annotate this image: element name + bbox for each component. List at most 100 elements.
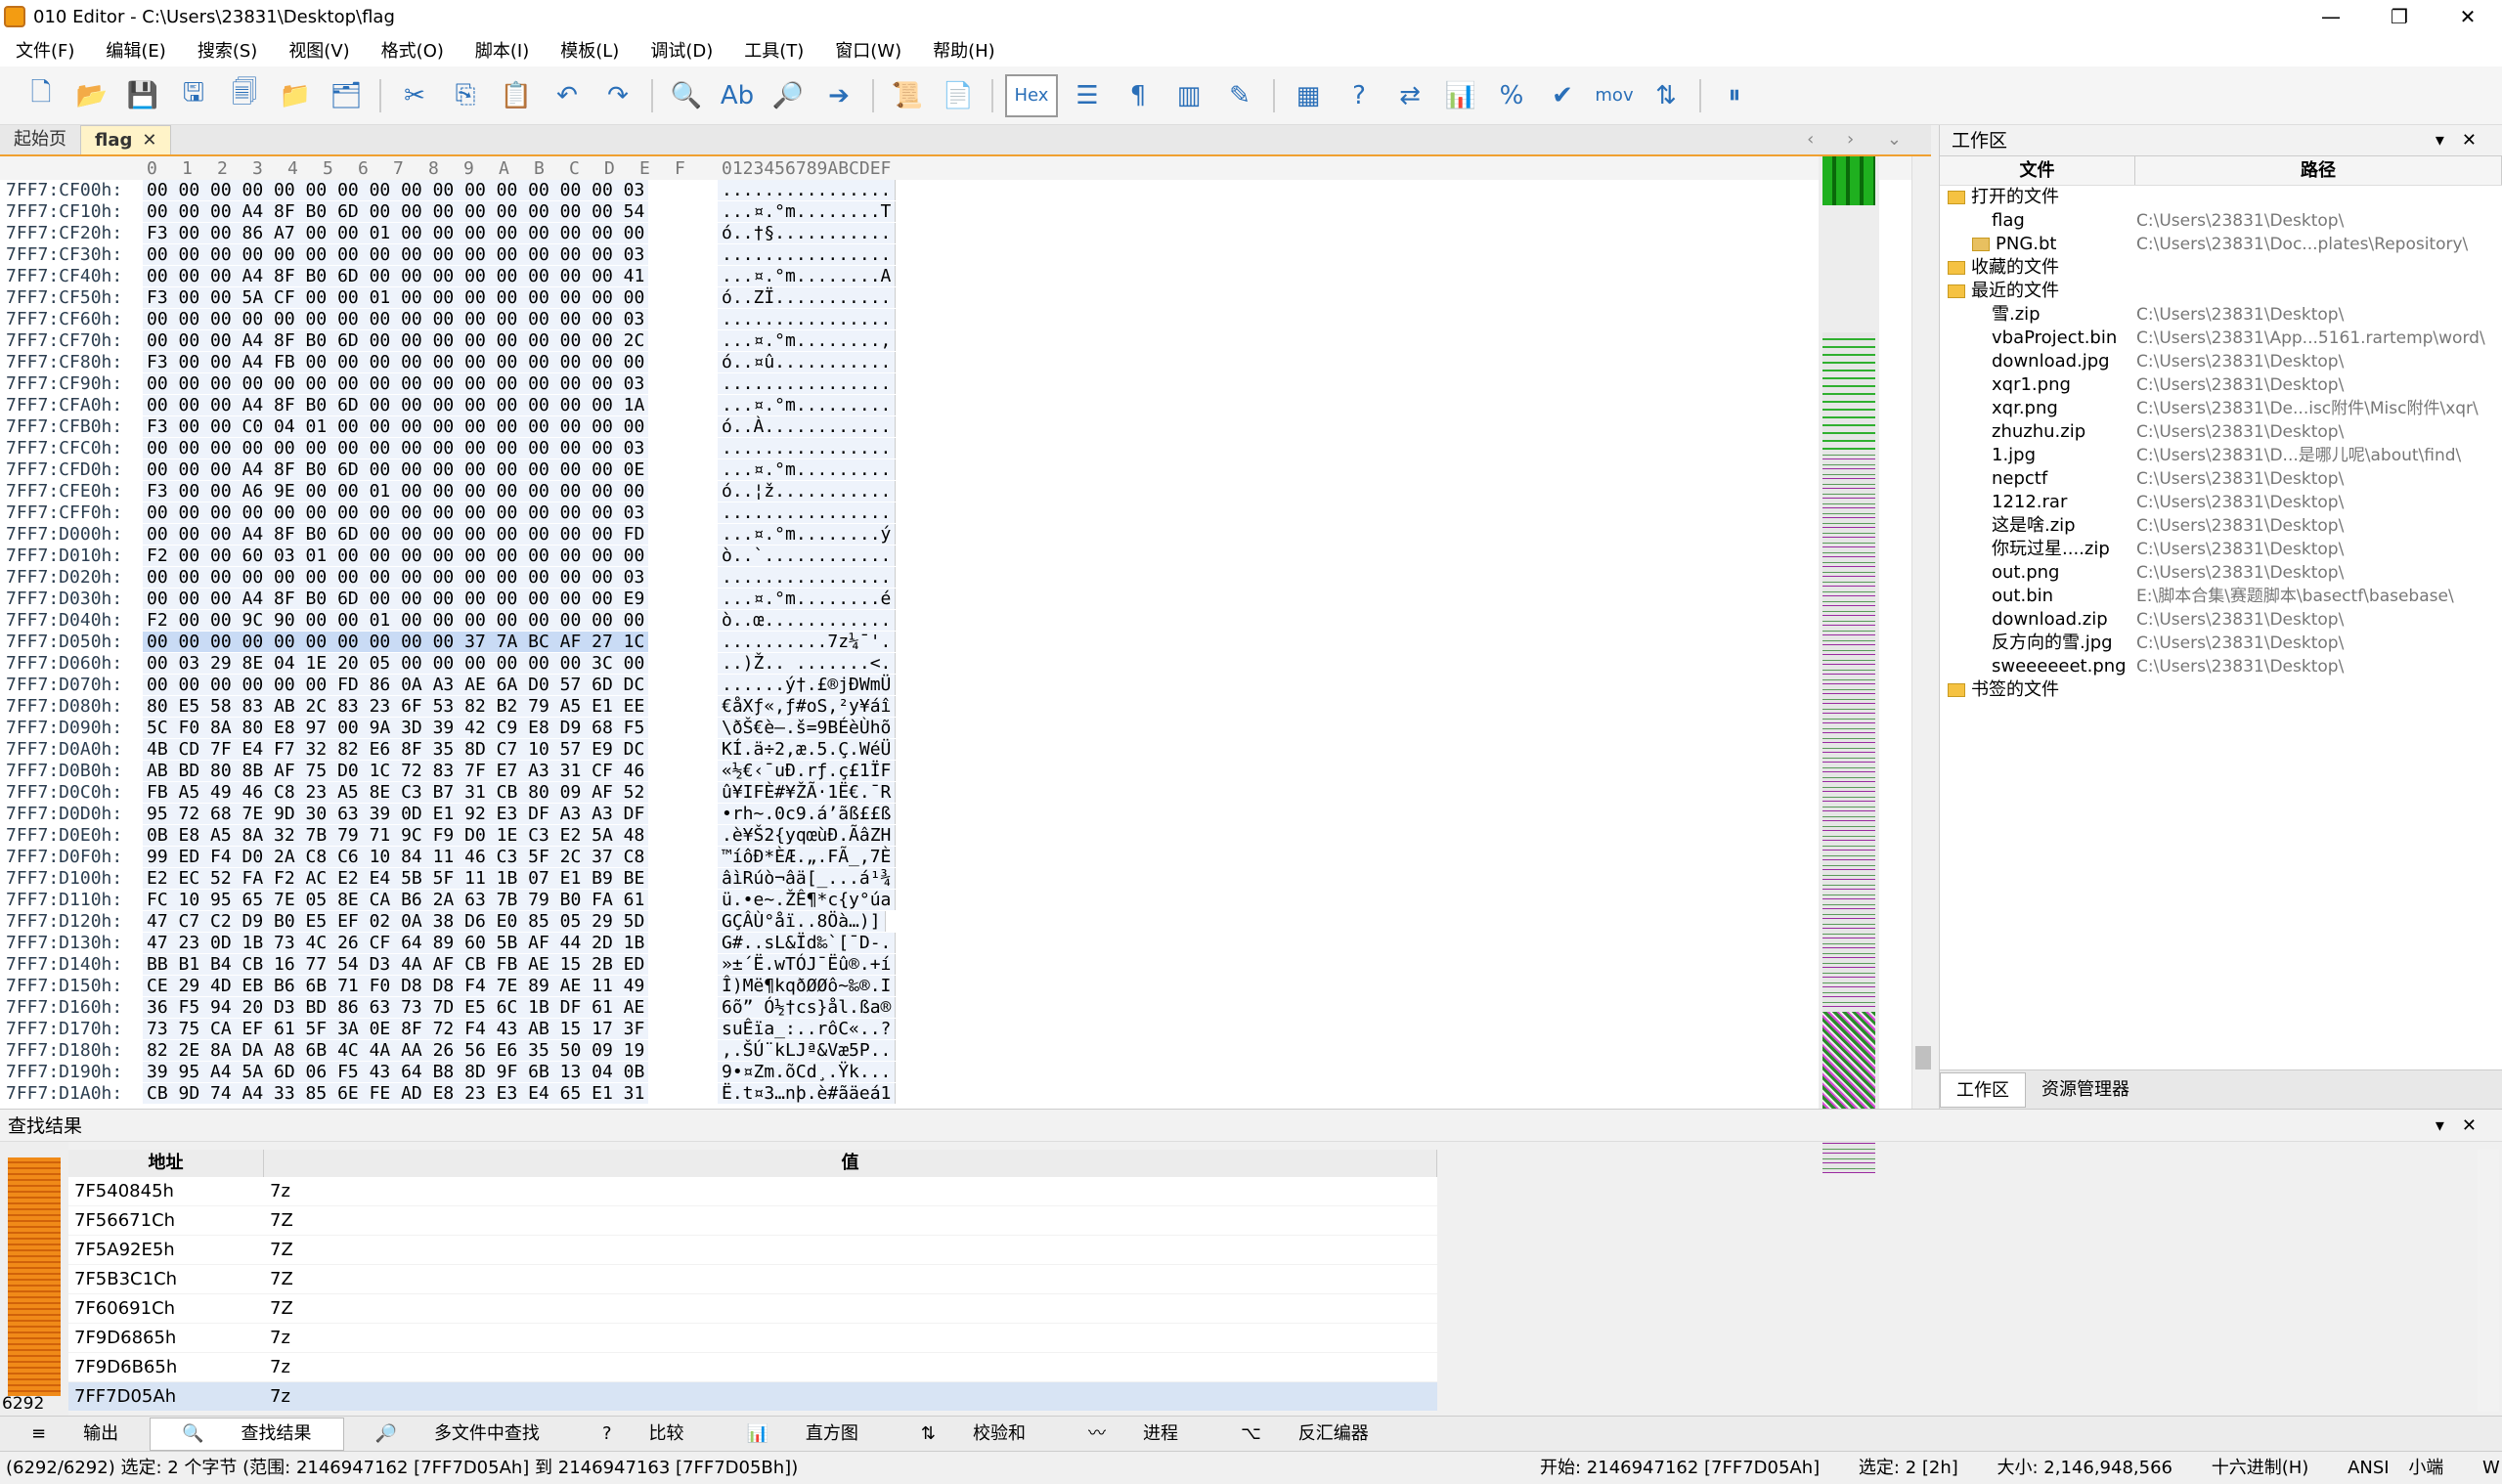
col-file[interactable]: 文件: [1940, 156, 2135, 185]
menu-tools[interactable]: 工具(T): [728, 37, 819, 63]
row-hex-bytes[interactable]: 00 00 00 A4 8F B0 6D 00 00 00 00 00 00 0…: [143, 266, 649, 286]
find-scrollbar[interactable]: [2478, 1150, 2499, 1412]
row-hex-bytes[interactable]: E2 EC 52 FA F2 AC E2 E4 5B 5F 11 1B 07 E…: [143, 868, 649, 889]
row-ascii[interactable]: G#..sL&Ïd‰`[¯D-.: [718, 933, 897, 953]
list-item[interactable]: vbaProject.bin C:\Users\23831\App...5161.…: [1940, 327, 2502, 350]
tab-workspace[interactable]: 工作区: [1940, 1071, 2026, 1108]
row-ascii[interactable]: ...¤.°m.........: [718, 459, 897, 480]
row-ascii[interactable]: ...¤.°m........A: [718, 266, 897, 286]
menu-window[interactable]: 窗口(W): [819, 37, 917, 63]
row-hex-bytes[interactable]: AB BD 80 8B AF 75 D0 1C 72 83 7F E7 A3 3…: [143, 761, 649, 781]
row-hex-bytes[interactable]: 00 00 00 00 00 00 00 00 00 00 00 00 00 0…: [143, 438, 649, 458]
tab-checksum[interactable]: ⇅ 校验和: [890, 1418, 1057, 1451]
tab-close-icon[interactable]: ✕: [142, 126, 156, 155]
list-item[interactable]: 雪.zip C:\Users\23831\Desktop\: [1940, 303, 2502, 327]
row-ascii[interactable]: ......ý†.£®jÐWmÜ: [718, 675, 897, 695]
row-ascii[interactable]: ó..†§...........: [718, 223, 897, 243]
find-icon[interactable]: 🔍: [665, 74, 708, 117]
list-item[interactable]: out.bin E:\脚本合集\赛题脚本\basectf\basebase\: [1940, 585, 2502, 608]
list-item[interactable]: 这是啥.zip C:\Users\23831\Desktop\: [1940, 514, 2502, 538]
row-hex-bytes[interactable]: 00 00 00 00 00 00 00 00 00 00 00 00 00 0…: [143, 244, 649, 265]
row-hex-bytes[interactable]: 82 2E 8A DA A8 6B 4C 4A AA 26 56 E6 35 5…: [143, 1040, 649, 1061]
row-hex-bytes[interactable]: 4B CD 7F E4 F7 32 82 E6 8F 35 8D C7 10 5…: [143, 739, 649, 760]
editor-scrollbar[interactable]: [1911, 156, 1933, 1109]
tab-process[interactable]: 〰进程: [1057, 1418, 1209, 1451]
undo-icon[interactable]: ↶: [546, 74, 589, 117]
copy-icon[interactable]: ⎘: [444, 74, 487, 117]
row-hex-bytes[interactable]: 00 00 00 A4 8F B0 6D 00 00 00 00 00 00 0…: [143, 330, 649, 351]
row-hex-bytes[interactable]: 00 00 00 00 00 00 00 00 00 00 00 00 00 0…: [143, 309, 649, 329]
tab-histogram[interactable]: 📊 直方图: [716, 1418, 890, 1451]
row-hex-bytes[interactable]: 00 00 00 A4 8F B0 6D 00 00 00 00 00 00 0…: [143, 589, 649, 609]
list-item[interactable]: 你玩过星....zip C:\Users\23831\Desktop\: [1940, 538, 2502, 561]
row-ascii[interactable]: GÇÂÙ°åï..8Öà…)]: [718, 911, 886, 932]
workspace-tree[interactable]: 打开的文件 flag C:\Users\23831\Desktop\ PNG.bt…: [1940, 186, 2502, 702]
group-bookmarked-files[interactable]: 书签的文件: [1940, 678, 2502, 702]
row-ascii[interactable]: Î)Më¶kqðØØô~‰®.I: [718, 976, 897, 996]
minimap[interactable]: [1819, 156, 1879, 1173]
row-ascii[interactable]: ................: [718, 567, 897, 588]
row-hex-bytes[interactable]: F2 00 00 60 03 01 00 00 00 00 00 00 00 0…: [143, 546, 649, 566]
status-mode[interactable]: 十六进制(H): [2212, 1458, 2309, 1478]
text-mode-icon[interactable]: ☰: [1066, 74, 1109, 117]
tab-disassembler[interactable]: ⌥ 反汇编器: [1209, 1418, 1400, 1451]
row-ascii[interactable]: ü.•e~.ŽÊ¶*c{y°úa: [718, 890, 897, 910]
table-row[interactable]: 7F9D6B65h 7z: [68, 1353, 1437, 1382]
group-favorite-files[interactable]: 收藏的文件: [1940, 256, 2502, 280]
row-hex-bytes[interactable]: 36 F5 94 20 D3 BD 86 63 73 7D E5 6C 1B D…: [143, 997, 649, 1018]
tab-flag[interactable]: flag ✕: [80, 125, 172, 155]
tab-output[interactable]: ≡ 输出: [0, 1418, 150, 1451]
list-item[interactable]: zhuzhu.zip C:\Users\23831\Desktop\: [1940, 420, 2502, 444]
tab-start-page[interactable]: 起始页: [0, 125, 80, 154]
highlight-icon[interactable]: ✎: [1218, 74, 1261, 117]
menu-search[interactable]: 搜索(S): [182, 37, 273, 63]
list-item[interactable]: 1212.rar C:\Users\23831\Desktop\: [1940, 491, 2502, 514]
workspace-pin-icon[interactable]: ▾: [2436, 130, 2462, 151]
list-item[interactable]: 反方向的雪.jpg C:\Users\23831\Desktop\: [1940, 632, 2502, 655]
find-in-files-icon[interactable]: 🔎: [767, 74, 810, 117]
row-ascii[interactable]: ...¤.°m.........: [718, 395, 897, 415]
row-hex-bytes[interactable]: 00 00 00 00 00 00 00 00 00 00 00 00 00 0…: [143, 567, 649, 588]
tab-find-in-files[interactable]: 🔎 多文件中查找: [344, 1418, 571, 1451]
row-ascii[interactable]: ................: [718, 373, 897, 394]
row-hex-bytes[interactable]: 5C F0 8A 80 E8 97 00 9A 3D 39 42 C9 E8 D…: [143, 718, 649, 738]
open-folder-icon[interactable]: 📁: [274, 74, 317, 117]
hex-mode-button[interactable]: Hex: [1005, 73, 1058, 117]
list-item[interactable]: PNG.bt C:\Users\23831\Doc...plates\Reposi…: [1940, 233, 2502, 256]
maximize-button[interactable]: ❐: [2365, 0, 2434, 33]
redo-icon[interactable]: ↷: [596, 74, 639, 117]
menu-template[interactable]: 模板(L): [545, 37, 635, 63]
row-ascii[interactable]: 6õ” Ó½†cs}ål.ßa®: [718, 997, 897, 1018]
row-ascii[interactable]: ...¤.°m........é: [718, 589, 897, 609]
list-item[interactable]: xqr.png C:\Users\23831\De...isc附件\Misc附件\…: [1940, 397, 2502, 420]
row-ascii[interactable]: âìRúò¬âä[_...á¹¾: [718, 868, 897, 889]
row-hex-bytes[interactable]: 00 00 00 A4 8F B0 6D 00 00 00 00 00 00 0…: [143, 201, 649, 222]
run-template-icon[interactable]: 📄: [937, 74, 980, 117]
group-recent-files[interactable]: 最近的文件: [1940, 280, 2502, 303]
save-as-icon[interactable]: 🖫: [172, 74, 215, 117]
row-ascii[interactable]: ó..ZÏ...........: [718, 287, 897, 308]
row-hex-bytes[interactable]: F3 00 00 C0 04 01 00 00 00 00 00 00 00 0…: [143, 416, 649, 437]
row-ascii[interactable]: ................: [718, 438, 897, 458]
workspace-close-icon[interactable]: ✕: [2462, 130, 2494, 151]
row-hex-bytes[interactable]: 00 00 00 00 00 00 FD 86 0A A3 AE 6A D0 5…: [143, 675, 649, 695]
row-ascii[interactable]: Ë.t¤3…nþ.è#ãäeá1: [718, 1083, 897, 1104]
checksum-icon[interactable]: ✔: [1541, 74, 1584, 117]
table-row[interactable]: 7F540845h 7z: [68, 1177, 1437, 1206]
row-hex-bytes[interactable]: 00 00 00 00 00 00 00 00 00 00 00 00 00 0…: [143, 502, 649, 523]
new-file-icon[interactable]: 🗋: [20, 74, 63, 117]
find-close-icon[interactable]: ✕: [2462, 1115, 2494, 1136]
row-ascii[interactable]: .è¥Š2{yqœùÐ.ÃâZH: [718, 825, 897, 846]
row-ascii[interactable]: ...¤.°m........,: [718, 330, 897, 351]
menu-view[interactable]: 视图(V): [273, 37, 365, 63]
row-hex-bytes[interactable]: 00 03 29 8E 04 1E 20 05 00 00 00 00 00 0…: [143, 653, 649, 674]
list-item[interactable]: xqr1.png C:\Users\23831\Desktop\: [1940, 373, 2502, 397]
row-hex-bytes[interactable]: 47 23 0D 1B 73 4C 26 CF 64 89 60 5B AF 4…: [143, 933, 649, 953]
table-row[interactable]: 7F9D6865h 7z: [68, 1324, 1437, 1353]
row-hex-bytes[interactable]: FB A5 49 46 C8 23 A5 8E C3 B7 31 CB 80 0…: [143, 782, 649, 803]
show-whitespace-icon[interactable]: ¶: [1117, 74, 1160, 117]
compare-icon[interactable]: ⇄: [1388, 74, 1431, 117]
status-endian[interactable]: 小端: [2408, 1458, 2443, 1478]
paste-icon[interactable]: 📋: [495, 74, 538, 117]
row-ascii[interactable]: ó..¤û...........: [718, 352, 897, 372]
